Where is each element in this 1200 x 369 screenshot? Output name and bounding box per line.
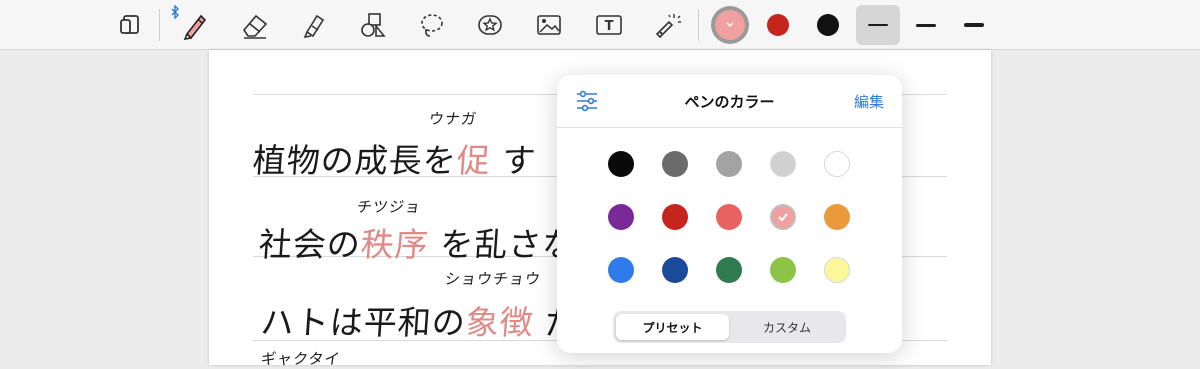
palette-color-swatch[interactable] xyxy=(824,151,850,177)
palette-color-swatch[interactable] xyxy=(608,204,634,230)
palette-color-swatch[interactable] xyxy=(716,204,742,230)
pen-color-popover: ペンのカラー 編集 プリセット カスタム xyxy=(557,75,902,353)
palette-color-swatch[interactable] xyxy=(770,257,796,283)
line-width-medium[interactable] xyxy=(904,5,948,45)
palette-color-swatch[interactable] xyxy=(716,151,742,177)
furigana: ウナガ xyxy=(427,110,479,128)
color-swatch-black[interactable] xyxy=(806,5,850,45)
furigana: チツジョ xyxy=(355,198,423,216)
highlighted-kanji: 秩序 xyxy=(359,225,431,264)
palette-color-swatch[interactable] xyxy=(662,204,688,230)
lasso-icon[interactable] xyxy=(413,6,451,44)
furigana: ギャクタイ xyxy=(259,350,342,368)
handwriting-text: す xyxy=(500,141,538,180)
popover-header: ペンのカラー 編集 xyxy=(557,75,902,128)
popover-title: ペンのカラー xyxy=(684,93,775,111)
handwriting-text: 社会の xyxy=(257,225,363,264)
handwriting-line: ハトは平和の象徴 だ xyxy=(259,296,581,344)
line-width-thick[interactable] xyxy=(952,5,996,45)
palette-color-swatch[interactable] xyxy=(716,257,742,283)
palette-color-swatch[interactable] xyxy=(662,151,688,177)
furigana: ショウチョウ xyxy=(443,270,543,288)
toolbar: T xyxy=(0,0,1200,50)
selected-color-dot xyxy=(715,10,745,40)
palette-color-swatch[interactable] xyxy=(608,257,634,283)
image-icon[interactable] xyxy=(530,6,568,44)
color-swatch-selected[interactable] xyxy=(708,5,752,45)
pen-icon[interactable] xyxy=(177,6,215,44)
handwriting-text: ハトは平和の xyxy=(259,303,468,342)
pages-icon[interactable] xyxy=(111,6,149,44)
palette-color-swatch[interactable] xyxy=(770,151,796,177)
sticker-icon[interactable] xyxy=(471,6,509,44)
palette-color-swatch[interactable] xyxy=(608,151,634,177)
text-box-icon[interactable]: T xyxy=(590,6,628,44)
color-swatch-red[interactable] xyxy=(756,5,800,45)
laser-pointer-icon[interactable] xyxy=(648,6,686,44)
segment-custom[interactable]: カスタム xyxy=(731,314,843,340)
palette-color-swatch[interactable] xyxy=(824,204,850,230)
handwriting-text: 植物の成長を xyxy=(251,141,459,180)
text-tool-glyph: T xyxy=(605,19,614,34)
toolbar-divider-2 xyxy=(698,9,699,41)
segment-preset[interactable]: プリセット xyxy=(616,314,729,340)
segmented-control: プリセット カスタム xyxy=(613,311,846,343)
eraser-icon[interactable] xyxy=(236,6,274,44)
chevron-down-icon xyxy=(726,22,734,28)
toolbar-divider xyxy=(159,9,160,41)
palette-color-swatch[interactable] xyxy=(770,204,796,230)
handwriting-line: 植物の成長を促 す xyxy=(251,134,538,182)
shapes-icon[interactable] xyxy=(354,6,392,44)
palette-color-swatch[interactable] xyxy=(662,257,688,283)
edit-button[interactable]: 編集 xyxy=(854,91,884,112)
line-width-thin[interactable] xyxy=(856,5,900,45)
highlighter-icon[interactable] xyxy=(295,6,333,44)
checkmark-icon xyxy=(778,213,788,222)
highlighted-kanji: 促 xyxy=(455,141,493,180)
palette-color-swatch[interactable] xyxy=(824,257,850,283)
highlighted-kanji: 象徴 xyxy=(464,303,536,342)
